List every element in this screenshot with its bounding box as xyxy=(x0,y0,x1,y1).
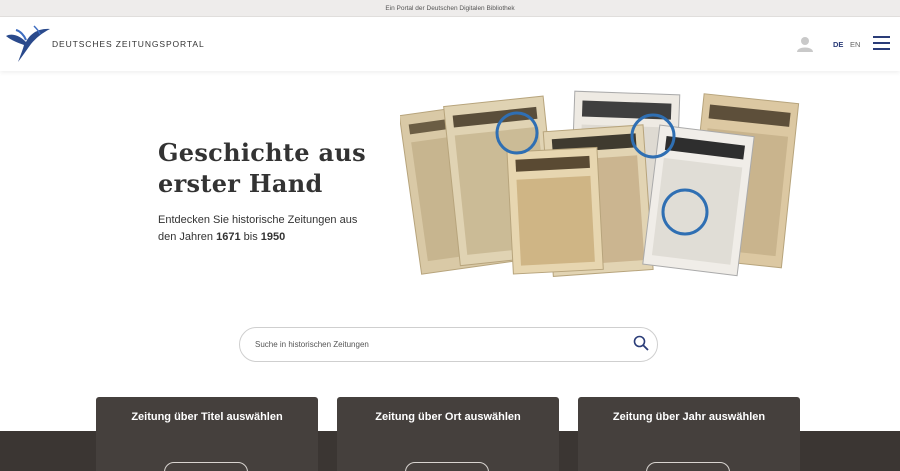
user-icon[interactable] xyxy=(796,36,814,52)
select-place-button[interactable] xyxy=(405,462,489,471)
site-header: DEUTSCHES ZEITUNGSPORTAL DE EN xyxy=(0,17,900,71)
bird-logo-icon[interactable] xyxy=(4,22,52,66)
search-input[interactable] xyxy=(255,328,615,361)
language-en-link[interactable]: EN xyxy=(850,40,860,49)
card-title-by-year: Zeitung über Jahr auswählen xyxy=(612,411,766,423)
search-icon[interactable] xyxy=(633,335,649,351)
select-year-button[interactable] xyxy=(646,462,730,471)
portal-topbar: Ein Portal der Deutschen Digitalen Bibli… xyxy=(0,0,900,17)
language-de-link[interactable]: DE xyxy=(833,40,843,49)
portal-topbar-text: Ein Portal der Deutschen Digitalen Bibli… xyxy=(385,5,515,12)
card-title-by-place: Zeitung über Ort auswählen xyxy=(375,411,521,423)
hero-title: Geschichte aus erster Hand xyxy=(158,138,366,198)
card-title-by-title: Zeitung über Titel auswählen xyxy=(131,411,283,423)
newspapers-collage-image xyxy=(400,90,800,277)
select-by-title-card[interactable]: Zeitung über Titel auswählen xyxy=(96,397,318,471)
hero-text-middle: bis xyxy=(240,231,261,243)
hamburger-menu-icon[interactable] xyxy=(873,36,890,51)
hero-year-from: 1671 xyxy=(216,231,241,243)
brand-name[interactable]: DEUTSCHES ZEITUNGSPORTAL xyxy=(52,39,205,49)
select-by-place-card[interactable]: Zeitung über Ort auswählen xyxy=(337,397,559,471)
select-title-button[interactable] xyxy=(164,462,248,471)
search-bar xyxy=(239,327,658,362)
hero-description: Entdecken Sie historische Zeitungen aus … xyxy=(158,212,378,246)
hero-year-to: 1950 xyxy=(260,231,286,243)
select-by-year-card[interactable]: Zeitung über Jahr auswählen xyxy=(578,397,800,471)
